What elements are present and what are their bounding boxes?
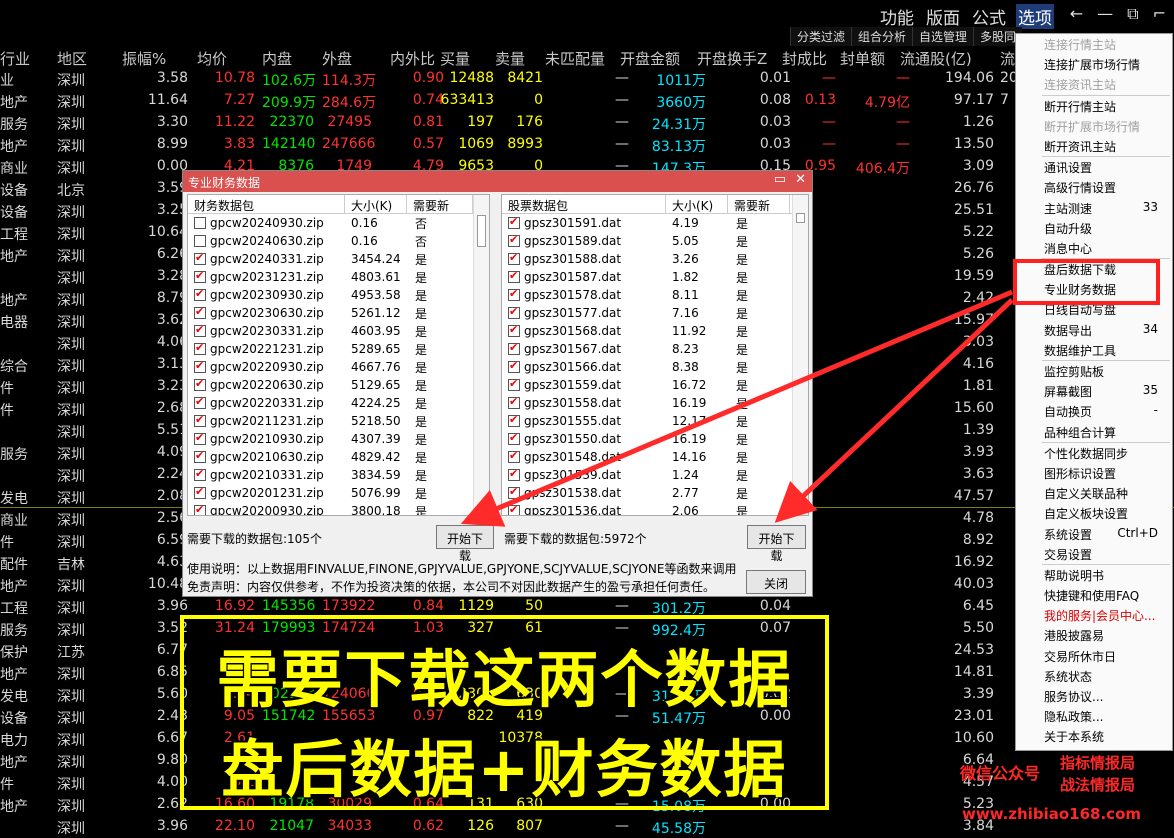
banner-line-1: 需要下载这两个数据 [216,643,793,716]
arrow-to-stock-download [774,298,1014,523]
watermark-wechat: 微信公众号 [960,764,1041,783]
watermark-names: 指标情报局 战法情报局 [1060,752,1135,796]
banner-line-2: 盘后数据+财务数据 [221,733,788,806]
arrow-to-finance-download [460,289,1013,527]
watermark-url: www.zhibiao168.com [962,805,1142,823]
watermark-name-1: 指标情报局 [1060,754,1136,772]
annotation-banner: 需要下载这两个数据 盘后数据+财务数据 [180,615,829,810]
watermark-name-2: 战法情报局 [1060,776,1136,794]
